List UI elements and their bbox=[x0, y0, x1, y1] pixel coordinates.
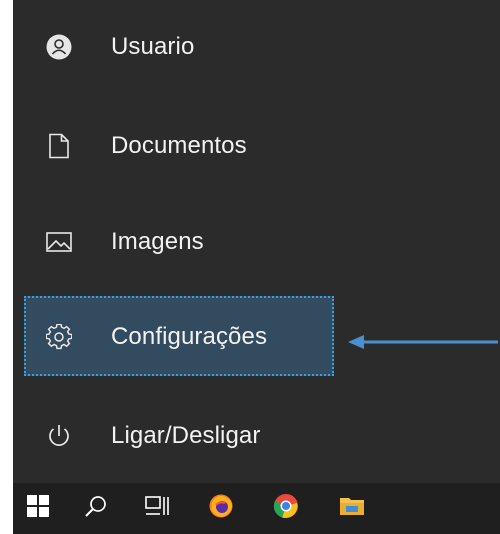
folder-icon bbox=[339, 495, 365, 522]
chrome-icon bbox=[273, 493, 299, 524]
search-icon bbox=[84, 494, 108, 523]
chrome-button[interactable] bbox=[261, 483, 311, 534]
menu-item-user[interactable]: Usuario bbox=[13, 16, 343, 78]
pointer-arrow-icon bbox=[348, 335, 498, 349]
user-avatar-icon bbox=[46, 34, 72, 60]
menu-item-label: Imagens bbox=[111, 228, 204, 255]
file-explorer-button[interactable] bbox=[327, 483, 377, 534]
search-button[interactable] bbox=[71, 483, 121, 534]
menu-item-documents[interactable]: Documentos bbox=[13, 115, 343, 177]
menu-item-label: Documentos bbox=[111, 132, 247, 159]
menu-item-pictures[interactable]: Imagens bbox=[13, 211, 343, 273]
menu-item-label: Usuario bbox=[111, 33, 195, 60]
screenshot: Usuario Documentos Imagens Configurações… bbox=[0, 0, 500, 534]
taskbar bbox=[13, 483, 500, 534]
menu-item-label: Ligar/Desligar bbox=[111, 422, 261, 449]
task-view-icon bbox=[145, 494, 171, 523]
start-button[interactable] bbox=[13, 483, 63, 534]
pictures-icon bbox=[46, 229, 72, 255]
task-view-button[interactable] bbox=[133, 483, 183, 534]
start-menu-panel: Usuario Documentos Imagens Configurações… bbox=[13, 0, 500, 483]
menu-item-label: Configurações bbox=[111, 323, 268, 350]
menu-item-settings[interactable]: Configurações bbox=[13, 306, 343, 368]
document-icon bbox=[46, 133, 72, 159]
firefox-button[interactable] bbox=[196, 483, 246, 534]
gear-icon bbox=[46, 324, 72, 350]
power-icon bbox=[46, 423, 72, 449]
firefox-icon bbox=[208, 493, 234, 524]
windows-logo-icon bbox=[27, 495, 49, 522]
menu-item-power[interactable]: Ligar/Desligar bbox=[13, 405, 343, 467]
